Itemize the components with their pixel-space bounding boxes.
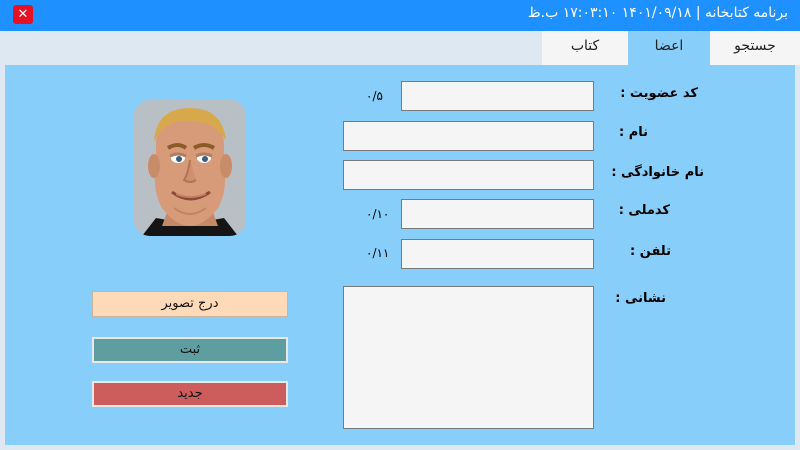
national-code-input[interactable]	[401, 199, 594, 229]
national-code-counter: ۰/۱۰	[366, 207, 390, 221]
window-title: برنامه کتابخانه | ۱۴۰۱/۰۹/۱۸ ۱۷:۰۳:۱۰ ب.…	[527, 5, 788, 21]
phone-counter: ۰/۱۱	[366, 246, 390, 260]
save-button[interactable]: ثبت	[92, 337, 288, 363]
close-button[interactable]: ✕	[13, 5, 33, 24]
phone-input[interactable]	[401, 239, 594, 269]
close-icon: ✕	[17, 7, 29, 22]
insert-image-button[interactable]: درج تصویر	[92, 291, 288, 317]
tab-strip: جستجو اعضا کتاب	[0, 31, 800, 65]
address-textarea[interactable]	[343, 286, 594, 429]
name-label: نام :	[618, 125, 648, 140]
family-name-input[interactable]	[343, 160, 594, 190]
tab-members[interactable]: اعضا	[628, 31, 710, 65]
title-bar: ✕ برنامه کتابخانه | ۱۴۰۱/۰۹/۱۸ ۱۷:۰۳:۱۰ …	[0, 0, 800, 31]
member-photo	[134, 100, 246, 236]
tab-books[interactable]: کتاب	[542, 31, 628, 65]
member-code-counter: ۰/۵	[366, 89, 383, 103]
member-photo-image	[134, 100, 246, 236]
name-input[interactable]	[343, 121, 594, 151]
family-name-label: نام خانوادگی :	[611, 165, 704, 180]
national-code-label: کدملی :	[618, 203, 670, 218]
member-code-label: کد عضویت :	[620, 86, 698, 101]
member-code-input[interactable]	[401, 81, 594, 111]
new-button[interactable]: جدید	[92, 381, 288, 407]
tab-search[interactable]: جستجو	[710, 31, 800, 65]
address-label: نشانی :	[615, 291, 666, 306]
phone-label: تلفن :	[630, 244, 671, 259]
